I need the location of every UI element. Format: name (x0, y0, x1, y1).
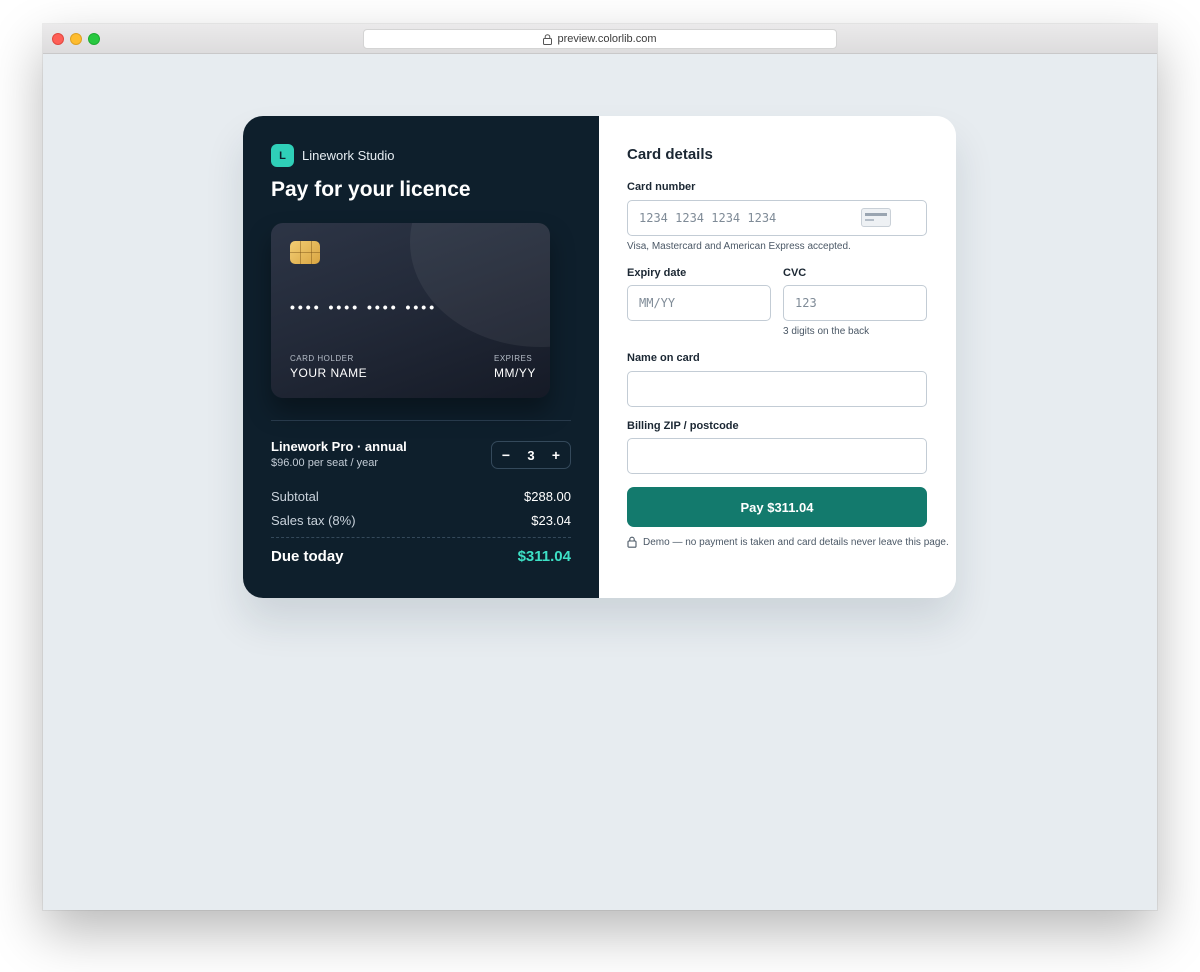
zoom-window-button[interactable] (88, 33, 100, 45)
expiry-label: Expiry date (627, 267, 687, 279)
card-expires-label: EXPIRES (494, 354, 533, 363)
billing-zip-input[interactable] (627, 438, 927, 474)
dashed-divider (271, 537, 571, 538)
card-holder-value: YOUR NAME (290, 366, 368, 380)
card-number-preview: •••• •••• •••• •••• (290, 299, 438, 315)
card-decoration (410, 223, 550, 347)
subtotal-value: $288.00 (524, 489, 571, 504)
brand-logo: L (271, 144, 294, 167)
lock-icon (627, 536, 637, 548)
credit-card-preview: •••• •••• •••• •••• CARD HOLDER YOUR NAM… (271, 223, 550, 398)
security-note-text: Demo — no payment is taken and card deta… (643, 536, 949, 548)
due-today-value: $311.04 (517, 548, 571, 565)
name-on-card-label: Name on card (627, 352, 700, 364)
lock-icon (543, 33, 553, 45)
tax-value: $23.04 (531, 513, 571, 528)
address-bar-url: preview.colorlib.com (557, 33, 657, 45)
billing-zip-label: Billing ZIP / postcode (627, 420, 739, 432)
card-details-panel: Card details Card number Visa, Mastercar… (599, 116, 956, 598)
form-title: Card details (627, 146, 713, 163)
order-summary-panel: L Linework Studio Pay for your licence •… (243, 116, 599, 598)
name-on-card-input[interactable] (627, 371, 927, 407)
expiry-input[interactable] (627, 285, 771, 321)
credit-card-icon (861, 208, 891, 227)
checkout-card: L Linework Studio Pay for your licence •… (243, 116, 956, 598)
divider (271, 420, 571, 421)
due-today-label: Due today (271, 548, 344, 565)
brand-name: Linework Studio (302, 148, 395, 163)
product-price: $96.00 per seat / year (271, 457, 379, 469)
address-bar[interactable]: preview.colorlib.com (363, 29, 837, 49)
card-number-label: Card number (627, 181, 696, 193)
browser-titlebar: preview.colorlib.com (43, 24, 1157, 54)
minimize-window-button[interactable] (70, 33, 82, 45)
tax-label: Sales tax (8%) (271, 513, 356, 528)
decrement-button[interactable]: − (499, 447, 513, 463)
card-chip-icon (290, 241, 320, 264)
increment-button[interactable]: + (549, 447, 563, 463)
brand: L Linework Studio (271, 144, 395, 167)
subtotal-label: Subtotal (271, 489, 319, 504)
quantity-value: 3 (527, 447, 535, 463)
page-title: Pay for your licence (271, 178, 471, 201)
card-number-hint: Visa, Mastercard and American Express ac… (627, 241, 851, 252)
card-holder-label: CARD HOLDER (290, 354, 354, 363)
cvc-input[interactable] (783, 285, 927, 321)
cvc-label: CVC (783, 267, 807, 279)
pay-button[interactable]: Pay $311.04 (627, 487, 927, 527)
card-expires-value: MM/YY (494, 366, 536, 380)
security-note: Demo — no payment is taken and card deta… (627, 536, 949, 548)
cvc-hint: 3 digits on the back (783, 326, 870, 337)
product-name: Linework Pro · annual (271, 439, 407, 454)
quantity-stepper: − 3 + (491, 441, 571, 469)
browser-window: preview.colorlib.com L Linework Studio P… (43, 24, 1157, 910)
close-window-button[interactable] (52, 33, 64, 45)
